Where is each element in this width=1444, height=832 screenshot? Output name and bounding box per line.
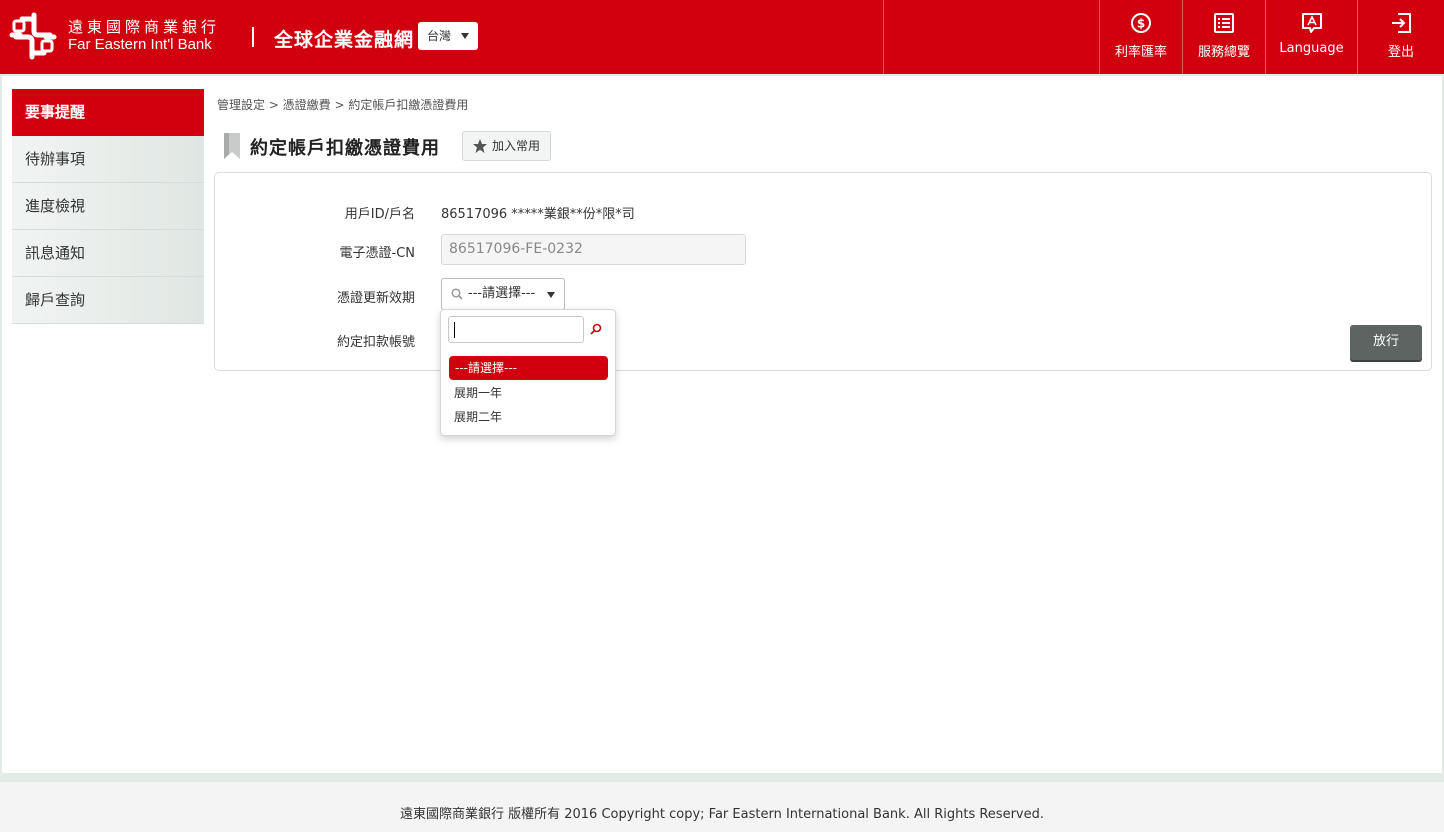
- rates-label: 利率匯率: [1114, 45, 1167, 60]
- sidebar-item-reminders[interactable]: 要事提醒: [12, 89, 204, 136]
- bank-name-en: Far Eastern Int'l Bank: [68, 36, 212, 53]
- services-button[interactable]: 服務總覽: [1183, 0, 1265, 74]
- logout-button[interactable]: 登出: [1358, 0, 1444, 74]
- add-favorite-label: 加入常用: [492, 139, 541, 153]
- star-icon: [473, 139, 487, 153]
- sidebar-item-progress[interactable]: 進度檢視: [12, 183, 204, 230]
- bank-name-zh: 遠東國際商業銀行: [68, 18, 221, 36]
- dropdown-search-input[interactable]: [448, 316, 584, 343]
- breadcrumb: 管理設定 > 憑證繳費 > 約定帳戶扣繳憑證費用: [217, 98, 469, 112]
- sidebar-item-messages[interactable]: 訊息通知: [12, 230, 204, 277]
- dropdown-option-one-year[interactable]: 展期一年: [448, 384, 502, 401]
- header-divider: [883, 0, 884, 74]
- region-select[interactable]: 台灣: [418, 22, 478, 50]
- dropdown-option-placeholder[interactable]: ---請選擇---: [449, 356, 608, 380]
- search-icon: [451, 288, 463, 300]
- user-id-value: 86517096 *****業銀**份*限*司: [441, 207, 635, 222]
- sidebar-item-todo[interactable]: 待辦事項: [12, 136, 204, 183]
- logout-icon: [1392, 13, 1411, 33]
- add-favorite-button[interactable]: 加入常用: [462, 131, 551, 161]
- cert-cn-field[interactable]: 86517096-FE-0232: [441, 234, 746, 265]
- bank-logo-icon[interactable]: [8, 11, 58, 61]
- language-label: Language: [1279, 41, 1344, 56]
- footer: 遠東國際商業銀行 版權所有 2016 Copyright copy; Far E…: [0, 782, 1444, 832]
- sidebar-item-account-query[interactable]: 歸戶查詢: [12, 277, 204, 324]
- rates-button[interactable]: $ 利率匯率: [1100, 0, 1182, 74]
- debit-account-label: 約定扣款帳號: [336, 335, 415, 350]
- top-header: 遠東國際商業銀行 Far Eastern Int'l Bank 全球企業金融網 …: [0, 0, 1444, 74]
- bookmark-icon: [224, 133, 240, 159]
- text-cursor: [454, 322, 455, 338]
- site-title: 全球企業金融網: [274, 29, 415, 51]
- dropdown-option-two-years[interactable]: 展期二年: [448, 408, 502, 425]
- copyright-text: 遠東國際商業銀行 版權所有 2016 Copyright copy; Far E…: [399, 807, 1044, 822]
- renew-period-label: 憑證更新效期: [336, 291, 415, 306]
- language-icon: [1301, 13, 1322, 33]
- dollar-circle-icon: $: [1131, 13, 1151, 33]
- list-icon: [1214, 13, 1234, 33]
- region-select-value: 台灣: [427, 29, 452, 43]
- release-button[interactable]: 放行: [1350, 325, 1422, 360]
- logout-label: 登出: [1387, 45, 1414, 60]
- svg-text:$: $: [1137, 17, 1145, 31]
- chevron-down-icon: [461, 33, 469, 39]
- renew-period-value: ---請選擇---: [468, 286, 536, 301]
- renew-period-select[interactable]: ---請選擇---: [441, 278, 565, 310]
- search-icon[interactable]: [590, 323, 602, 335]
- language-button[interactable]: Language: [1266, 0, 1357, 74]
- cert-cn-label: 電子憑證-CN: [339, 246, 416, 261]
- services-label: 服務總覽: [1197, 45, 1250, 60]
- page-title: 約定帳戶扣繳憑證費用: [250, 138, 440, 159]
- sidebar: 要事提醒 待辦事項 進度檢視 訊息通知 歸戶查詢: [12, 89, 204, 324]
- logo-divider: [252, 27, 254, 47]
- chevron-down-icon: [547, 292, 555, 298]
- user-id-label: 用戶ID/戶名: [344, 207, 415, 222]
